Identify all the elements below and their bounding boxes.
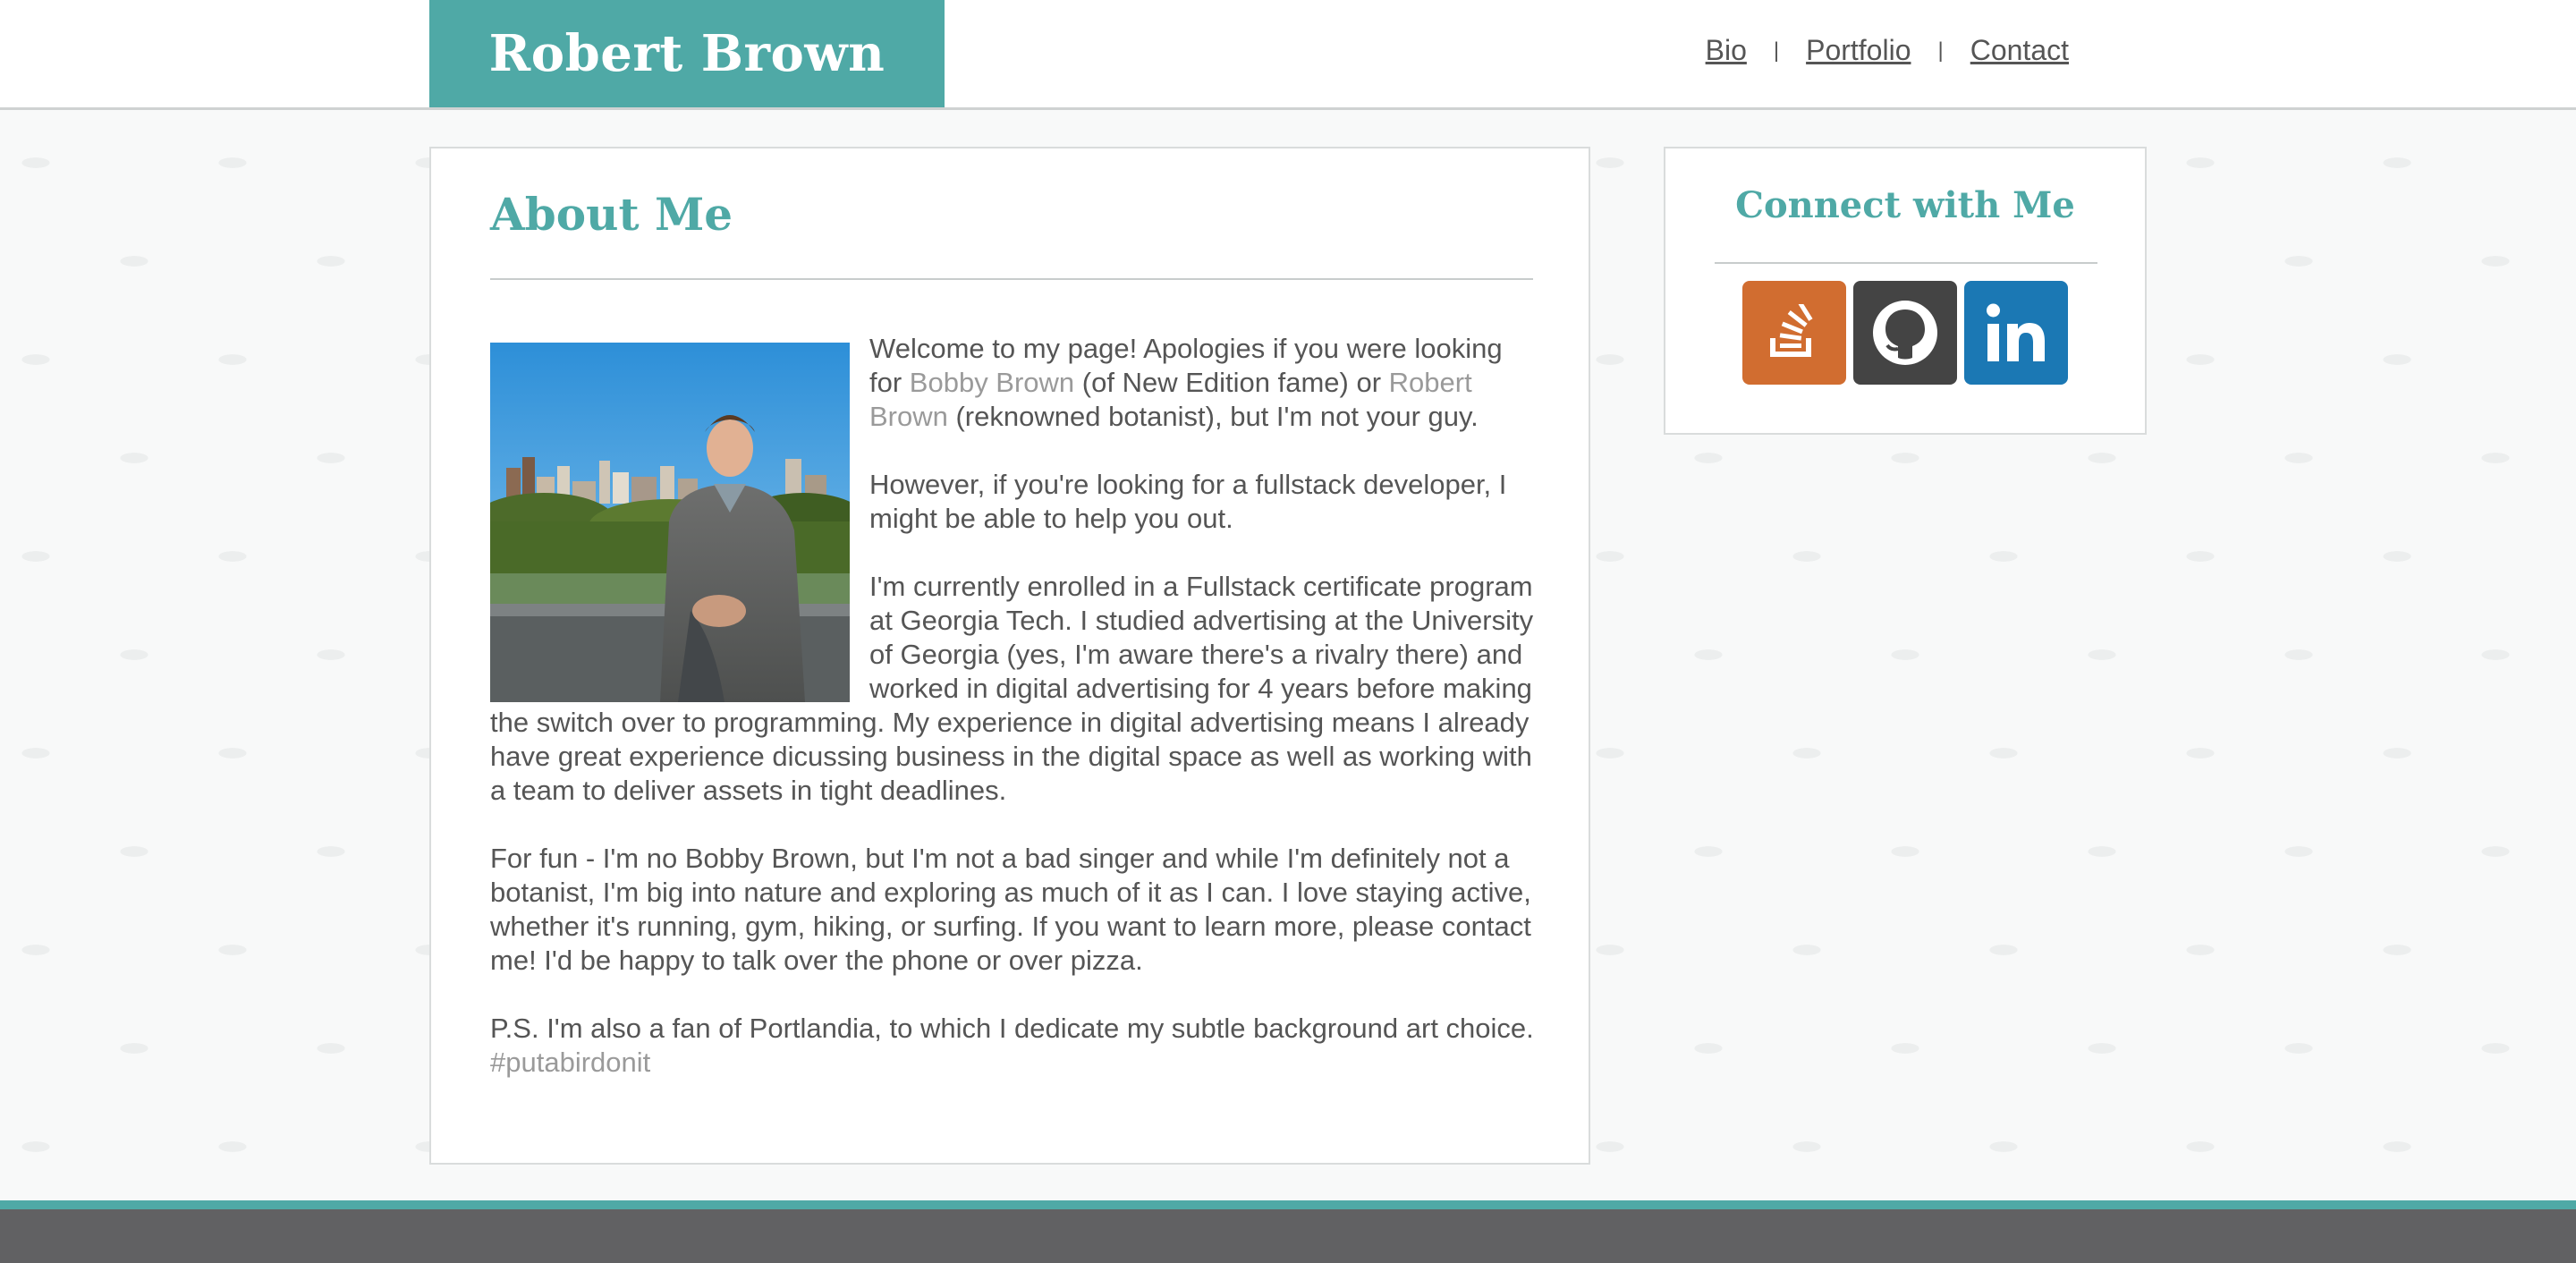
nav-link-contact[interactable]: Contact — [1970, 34, 2069, 67]
github-button[interactable] — [1853, 281, 1957, 385]
hashtag-link[interactable]: #putabirdonit — [490, 1047, 650, 1078]
site-title[interactable]: Robert Brown — [489, 24, 886, 83]
brand-block[interactable]: Robert Brown — [429, 0, 945, 107]
stack-overflow-button[interactable] — [1742, 281, 1846, 385]
stack-overflow-icon — [1770, 304, 1813, 357]
site-header: Robert Brown Bio | Portfolio | Contact — [0, 0, 2576, 110]
nav-link-bio[interactable]: Bio — [1706, 34, 1747, 67]
intro-text: (reknowned botanist), but I'm not your g… — [947, 401, 1479, 432]
about-card: About Me Welcome to my page! Apologies i… — [429, 147, 1590, 1165]
about-body: Welcome to my page! Apologies if you wer… — [490, 332, 1535, 1114]
social-links — [1742, 281, 2068, 385]
nav-separator: | — [1773, 38, 1780, 63]
site-footer — [0, 1209, 2576, 1263]
nav-separator: | — [1937, 38, 1944, 63]
ps-text: P.S. I'm also a fan of Portlandia, to wh… — [490, 1013, 1534, 1044]
linkedin-icon — [1987, 303, 2045, 361]
about-title: About Me — [490, 188, 733, 241]
profile-photo — [490, 343, 850, 702]
divider — [1715, 262, 2097, 264]
connect-card: Connect with Me — [1664, 147, 2147, 435]
connect-title: Connect with Me — [1735, 184, 2075, 226]
nav-link-portfolio[interactable]: Portfolio — [1806, 34, 1911, 67]
ps-paragraph: P.S. I'm also a fan of Portlandia, to wh… — [490, 1012, 1535, 1080]
fun-paragraph: For fun - I'm no Bobby Brown, but I'm no… — [490, 843, 1531, 976]
bobby-brown-link[interactable]: Bobby Brown — [910, 367, 1074, 398]
linkedin-button[interactable] — [1964, 281, 2068, 385]
main-nav: Bio | Portfolio | Contact — [1706, 34, 2069, 67]
github-icon — [1873, 301, 1937, 365]
divider — [490, 278, 1533, 280]
footer-accent-bar — [0, 1200, 2576, 1209]
intro-text: (of New Edition fame) or — [1074, 367, 1389, 398]
